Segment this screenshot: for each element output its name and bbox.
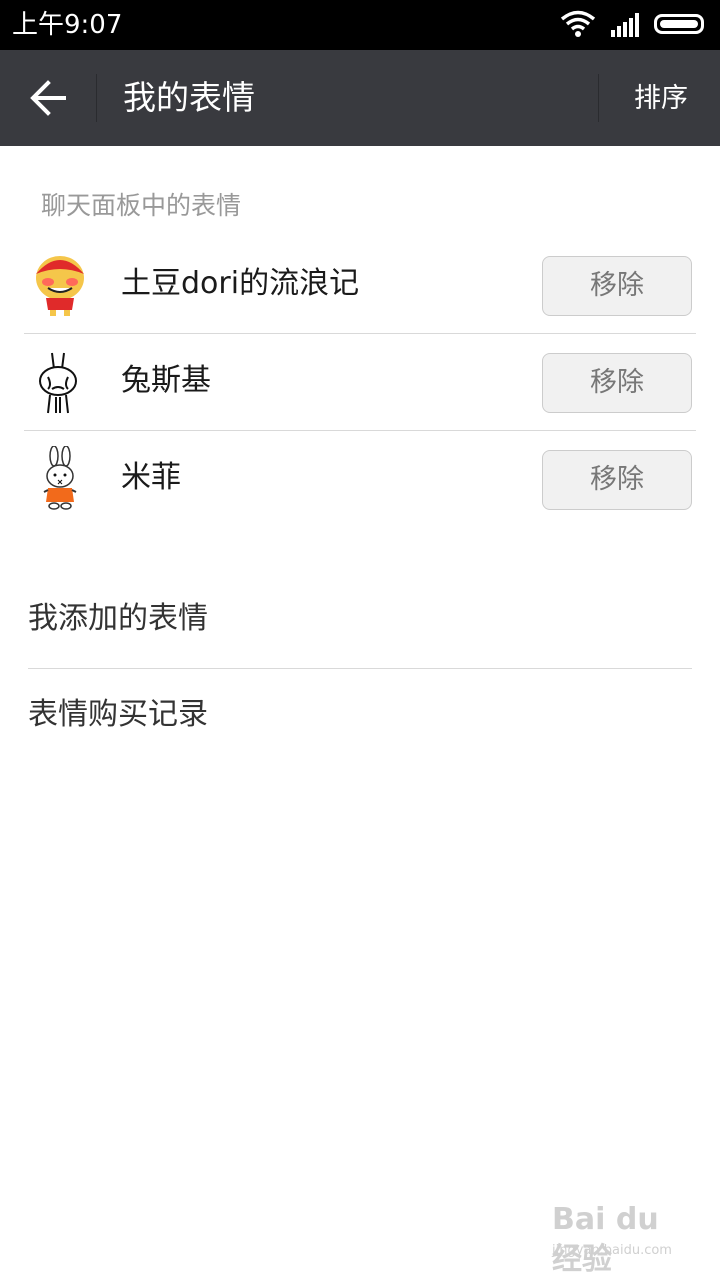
sticker-row: 米菲 移除 <box>24 430 696 527</box>
sort-button[interactable]: 排序 <box>634 80 688 118</box>
watermark-logo: Bai du 经验 <box>552 1202 659 1277</box>
menu-label: 我添加的表情 <box>28 601 208 636</box>
sort-divider <box>598 74 599 122</box>
title-divider <box>96 74 97 122</box>
back-button[interactable] <box>18 68 78 128</box>
section-header: 聊天面板中的表情 <box>41 191 242 220</box>
wifi-icon <box>560 10 596 37</box>
potato-dori-sticker-icon <box>36 256 84 316</box>
tuzki-sticker-icon <box>39 352 77 414</box>
sticker-row: 土豆dori的流浪记 移除 <box>24 236 696 334</box>
status-bar: 上午9:07 <box>0 0 720 50</box>
sticker-name: 兔斯基 <box>121 363 211 398</box>
menu-item-my-added-stickers[interactable]: 我添加的表情 <box>28 572 692 669</box>
menu-item-purchase-history[interactable]: 表情购买记录 <box>28 668 692 764</box>
arrow-left-icon <box>30 80 66 116</box>
status-time: 上午9:07 <box>12 10 123 40</box>
page-title: 我的表情 <box>123 78 255 117</box>
miffy-sticker-icon <box>43 446 77 510</box>
signal-icon <box>611 13 639 37</box>
watermark-url: jingyan.baidu.com <box>552 1243 672 1258</box>
remove-button[interactable]: 移除 <box>542 256 692 316</box>
sticker-row: 兔斯基 移除 <box>24 333 696 431</box>
menu-label: 表情购买记录 <box>28 697 208 732</box>
sticker-name: 米菲 <box>121 460 181 495</box>
baidu-jingyan-watermark: Bai du 经验 jingyan.baidu.com <box>552 1200 684 1277</box>
remove-button[interactable]: 移除 <box>542 450 692 510</box>
sticker-name: 土豆dori的流浪记 <box>121 266 360 301</box>
battery-icon <box>654 14 704 34</box>
title-bar: 我的表情 排序 <box>0 50 720 146</box>
remove-button[interactable]: 移除 <box>542 353 692 413</box>
